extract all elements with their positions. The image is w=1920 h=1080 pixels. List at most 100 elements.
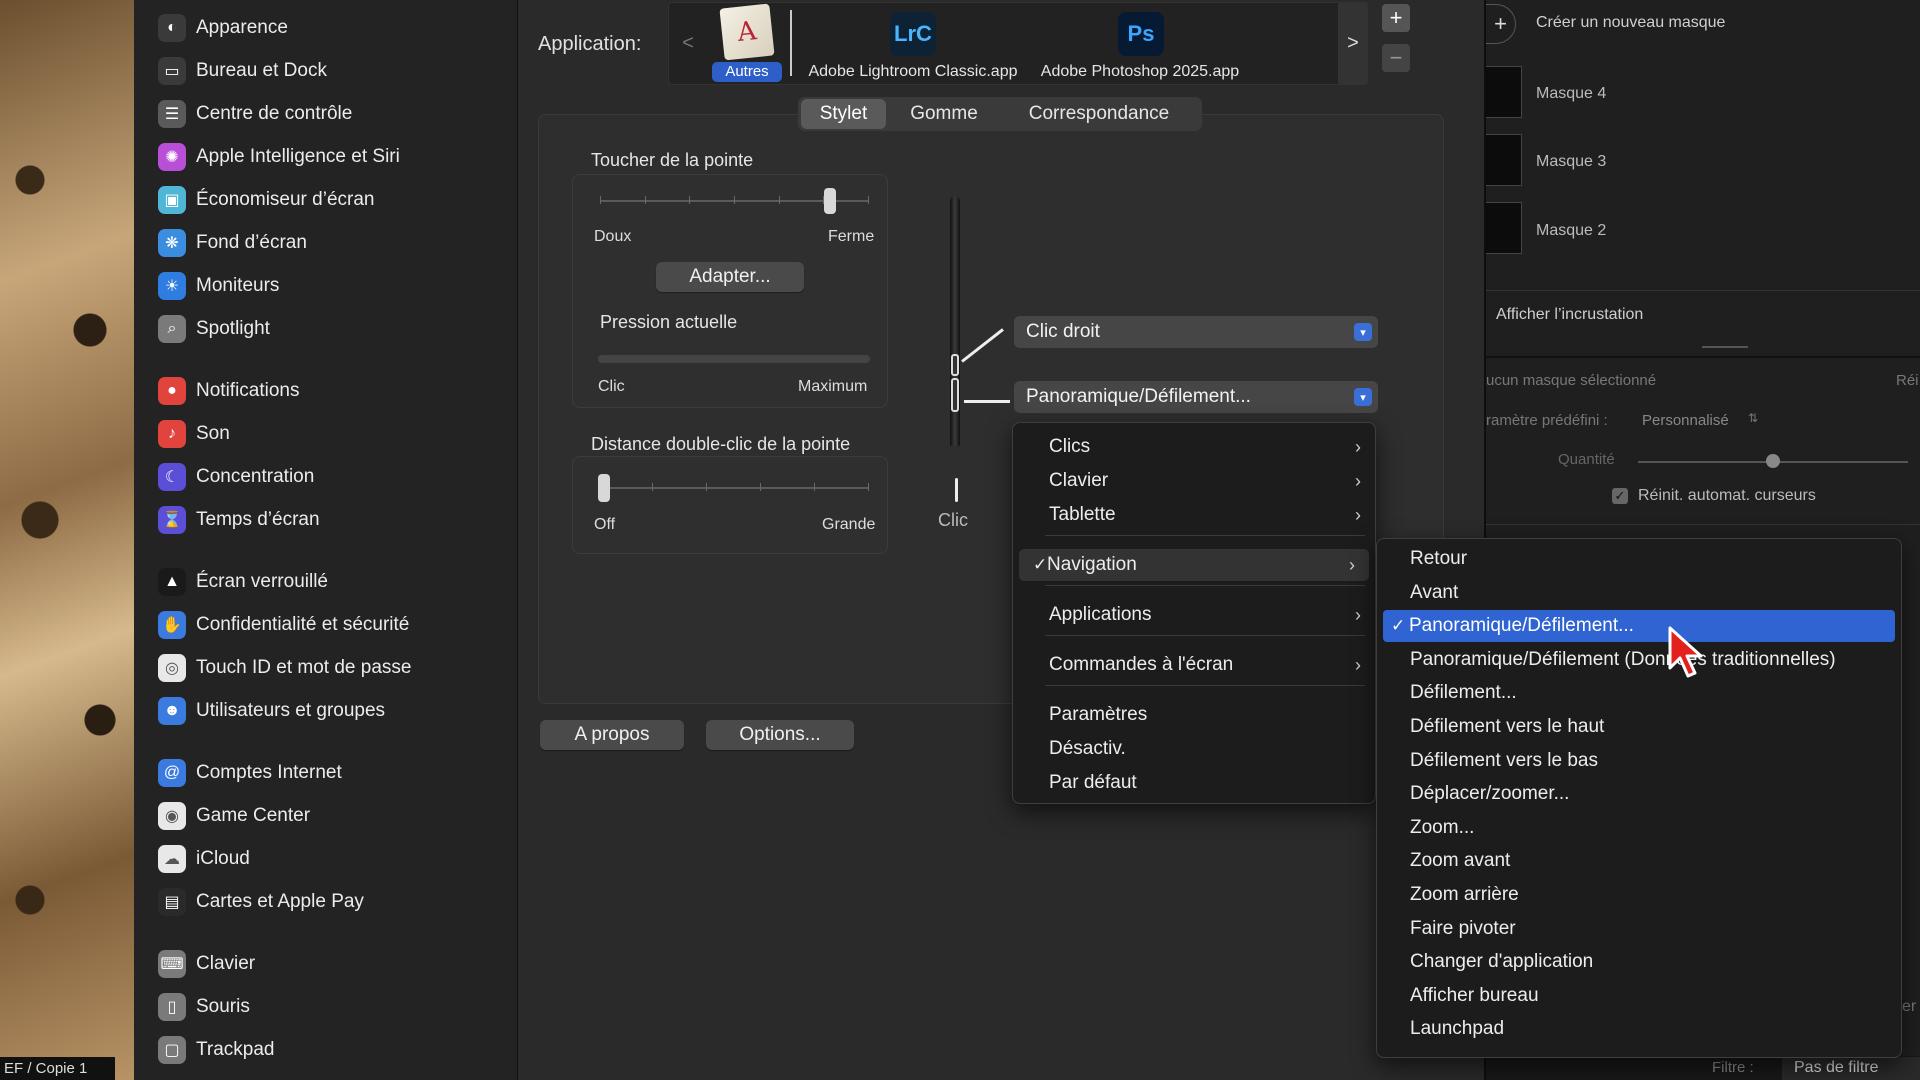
submenu-item-6[interactable]: Défilement vers le bas <box>1377 745 1901 777</box>
tab-stylet[interactable]: Stylet <box>801 99 886 129</box>
submenu-item-8[interactable]: Zoom... <box>1377 812 1901 844</box>
create-mask-button[interactable]: + <box>1486 4 1516 44</box>
app-item-lightroom[interactable]: LrC Adobe Lightroom Classic.app <box>804 6 1022 84</box>
app-item-photoshop[interactable]: Ps Adobe Photoshop 2025.app <box>1032 6 1248 84</box>
submenu-item-11[interactable]: Faire pivoter <box>1377 913 1901 945</box>
lower-button-popup[interactable]: Panoramique/Défilement... ▾ <box>1014 381 1378 413</box>
menu-item-1[interactable]: Clavier › <box>1013 465 1375 497</box>
submenu-item-3[interactable]: Panoramique/Défilement (Données traditio… <box>1377 644 1901 676</box>
sidebar-item-label: Touch ID et mot de passe <box>196 657 412 678</box>
sidebar-item-focus[interactable]: ☾ Concentration <box>158 460 314 494</box>
sidebar-item-wallpaper[interactable]: ❋ Fond d’écran <box>158 226 307 260</box>
submenu-item-0[interactable]: Retour <box>1377 543 1901 575</box>
submenu-item-label: Zoom arrière <box>1410 884 1519 905</box>
submenu-item-9[interactable]: Zoom avant <box>1377 845 1901 877</box>
submenu-item-14[interactable]: Launchpad <box>1377 1013 1901 1045</box>
mask-item[interactable]: Masque 2 <box>1536 222 1606 240</box>
menu-item-0[interactable]: Clics › <box>1013 431 1375 463</box>
sidebar-item-sound[interactable]: ♪ Son <box>158 417 230 451</box>
submenu-item-label: Défilement vers le bas <box>1410 749 1598 771</box>
menu-item-5[interactable]: Commandes à l'écran › <box>1013 649 1375 681</box>
resize-handle[interactable] <box>1702 346 1748 348</box>
menu-item-2[interactable]: Tablette › <box>1013 499 1375 531</box>
tip-feel-min-label: Doux <box>594 228 632 245</box>
sidebar-item-mouse[interactable]: ▯ Souris <box>158 990 250 1024</box>
filter-value: Pas de filtre <box>1794 1059 1879 1076</box>
chevron-right-icon: > <box>1347 32 1359 54</box>
mask-thumbnail[interactable] <box>1486 134 1522 186</box>
app-item-other[interactable]: A Autres <box>710 3 784 84</box>
tip-feel-slider-knob[interactable] <box>824 188 837 214</box>
menu-item-8[interactable]: Par défaut <box>1013 767 1375 799</box>
sidebar-item-label: Apparence <box>196 17 288 38</box>
sidebar-item-trackpad[interactable]: ▢ Trackpad <box>158 1033 275 1067</box>
submenu-item-7[interactable]: Déplacer/zoomer... <box>1377 778 1901 810</box>
preset-dropdown[interactable]: Personnalisé <box>1642 412 1729 429</box>
submenu-item-12[interactable]: Changer d'application <box>1377 946 1901 978</box>
double-click-min-label: Off <box>594 516 616 533</box>
sidebar-item-dock[interactable]: ▭ Bureau et Dock <box>158 54 327 88</box>
pressure-bar <box>598 355 870 363</box>
reset-label[interactable]: Réi <box>1896 372 1919 389</box>
mask-item[interactable]: Masque 4 <box>1536 85 1606 103</box>
submenu-item-13[interactable]: Afficher bureau <box>1377 980 1901 1012</box>
sidebar-item-siri[interactable]: ✺ Apple Intelligence et Siri <box>158 140 400 174</box>
popup-value: Panoramique/Défilement... <box>1026 386 1251 407</box>
sidebar-item-notifications[interactable]: ● Notifications <box>158 374 300 408</box>
plus-icon: + <box>1494 11 1507 36</box>
sidebar-item-spotlight[interactable]: ⌕ Spotlight <box>158 312 270 346</box>
mask-thumbnail[interactable] <box>1486 66 1522 118</box>
options-button[interactable]: Options... <box>706 720 854 750</box>
remove-app-button[interactable]: − <box>1382 44 1410 72</box>
add-app-button[interactable]: + <box>1382 4 1410 32</box>
sidebar-item-lock-screen[interactable]: ▲ Écran verrouillé <box>158 565 328 599</box>
sidebar-item-fingerprint[interactable]: ◎ Touch ID et mot de passe <box>158 651 411 685</box>
sidebar-item-label: Confidentialité et sécurité <box>196 614 410 635</box>
submenu-item-label: Zoom... <box>1410 816 1475 838</box>
adapt-button[interactable]: Adapter... <box>656 262 804 292</box>
sidebar-item-screensaver[interactable]: ▣ Économiseur d’écran <box>158 183 374 217</box>
sidebar-item-appearance[interactable]: ◐ Apparence <box>158 11 288 45</box>
amount-slider-knob[interactable] <box>1766 454 1780 468</box>
menu-item-6[interactable]: Paramètres <box>1013 699 1375 731</box>
sidebar-item-users[interactable]: ☻ Utilisateurs et groupes <box>158 694 385 728</box>
checkmark-icon: ✓ <box>1033 555 1048 574</box>
mask-thumbnail[interactable] <box>1486 202 1522 254</box>
sidebar-item-label: Spotlight <box>196 318 270 339</box>
create-mask-label[interactable]: Créer un nouveau masque <box>1536 14 1725 32</box>
sidebar-item-privacy-hand[interactable]: ✋ Confidentialité et sécurité <box>158 608 409 642</box>
double-click-slider-knob[interactable] <box>598 474 610 502</box>
mask-item[interactable]: Masque 3 <box>1536 153 1606 171</box>
submenu-item-10[interactable]: Zoom arrière <box>1377 879 1901 911</box>
slider-tick <box>644 196 646 204</box>
menu-item-label: Désactiv. <box>1049 738 1126 759</box>
sidebar-item-screen-time[interactable]: ⌛ Temps d’écran <box>158 503 320 537</box>
about-button[interactable]: A propos <box>540 720 684 750</box>
sidebar-item-displays[interactable]: ☀ Moniteurs <box>158 269 279 303</box>
menu-item-3[interactable]: ✓ Navigation › <box>1019 549 1369 581</box>
app-next-button[interactable]: > <box>1338 2 1368 85</box>
filter-dropdown[interactable]: Pas de filtre <box>1782 1057 1920 1080</box>
cloud-icon: ☁ <box>158 845 186 873</box>
upper-button-popup[interactable]: Clic droit ▾ <box>1014 316 1378 348</box>
double-click-group <box>572 456 888 554</box>
auto-reset-checkbox[interactable]: ✓ <box>1612 488 1628 504</box>
sidebar-item-wallet[interactable]: ▤ Cartes et Apple Pay <box>158 885 364 919</box>
sidebar-item-label: Notifications <box>196 380 300 401</box>
submenu-item-2[interactable]: ✓ Panoramique/Défilement... <box>1383 610 1895 643</box>
sidebar-item-game-center[interactable]: ◉ Game Center <box>158 799 310 833</box>
menu-item-4[interactable]: Applications › <box>1013 599 1375 631</box>
sidebar-item-keyboard[interactable]: ⌨ Clavier <box>158 947 255 981</box>
tab-correspondance[interactable]: Correspondance <box>1002 99 1196 129</box>
app-prev-button[interactable]: < <box>674 32 702 55</box>
show-overlay-label[interactable]: Afficher l’incrustation <box>1496 306 1643 324</box>
sidebar-item-cloud[interactable]: ☁ iCloud <box>158 842 250 876</box>
submenu-item-1[interactable]: Avant <box>1377 577 1901 609</box>
submenu-item-5[interactable]: Défilement vers le haut <box>1377 711 1901 743</box>
tab-gomme[interactable]: Gomme <box>898 99 990 129</box>
submenu-item-4[interactable]: Défilement... <box>1377 677 1901 709</box>
sidebar-item-at[interactable]: @ Comptes Internet <box>158 756 342 790</box>
popup-value: Clic droit <box>1026 321 1100 342</box>
menu-item-7[interactable]: Désactiv. <box>1013 733 1375 765</box>
sidebar-item-control-center[interactable]: ☰ Centre de contrôle <box>158 97 352 131</box>
